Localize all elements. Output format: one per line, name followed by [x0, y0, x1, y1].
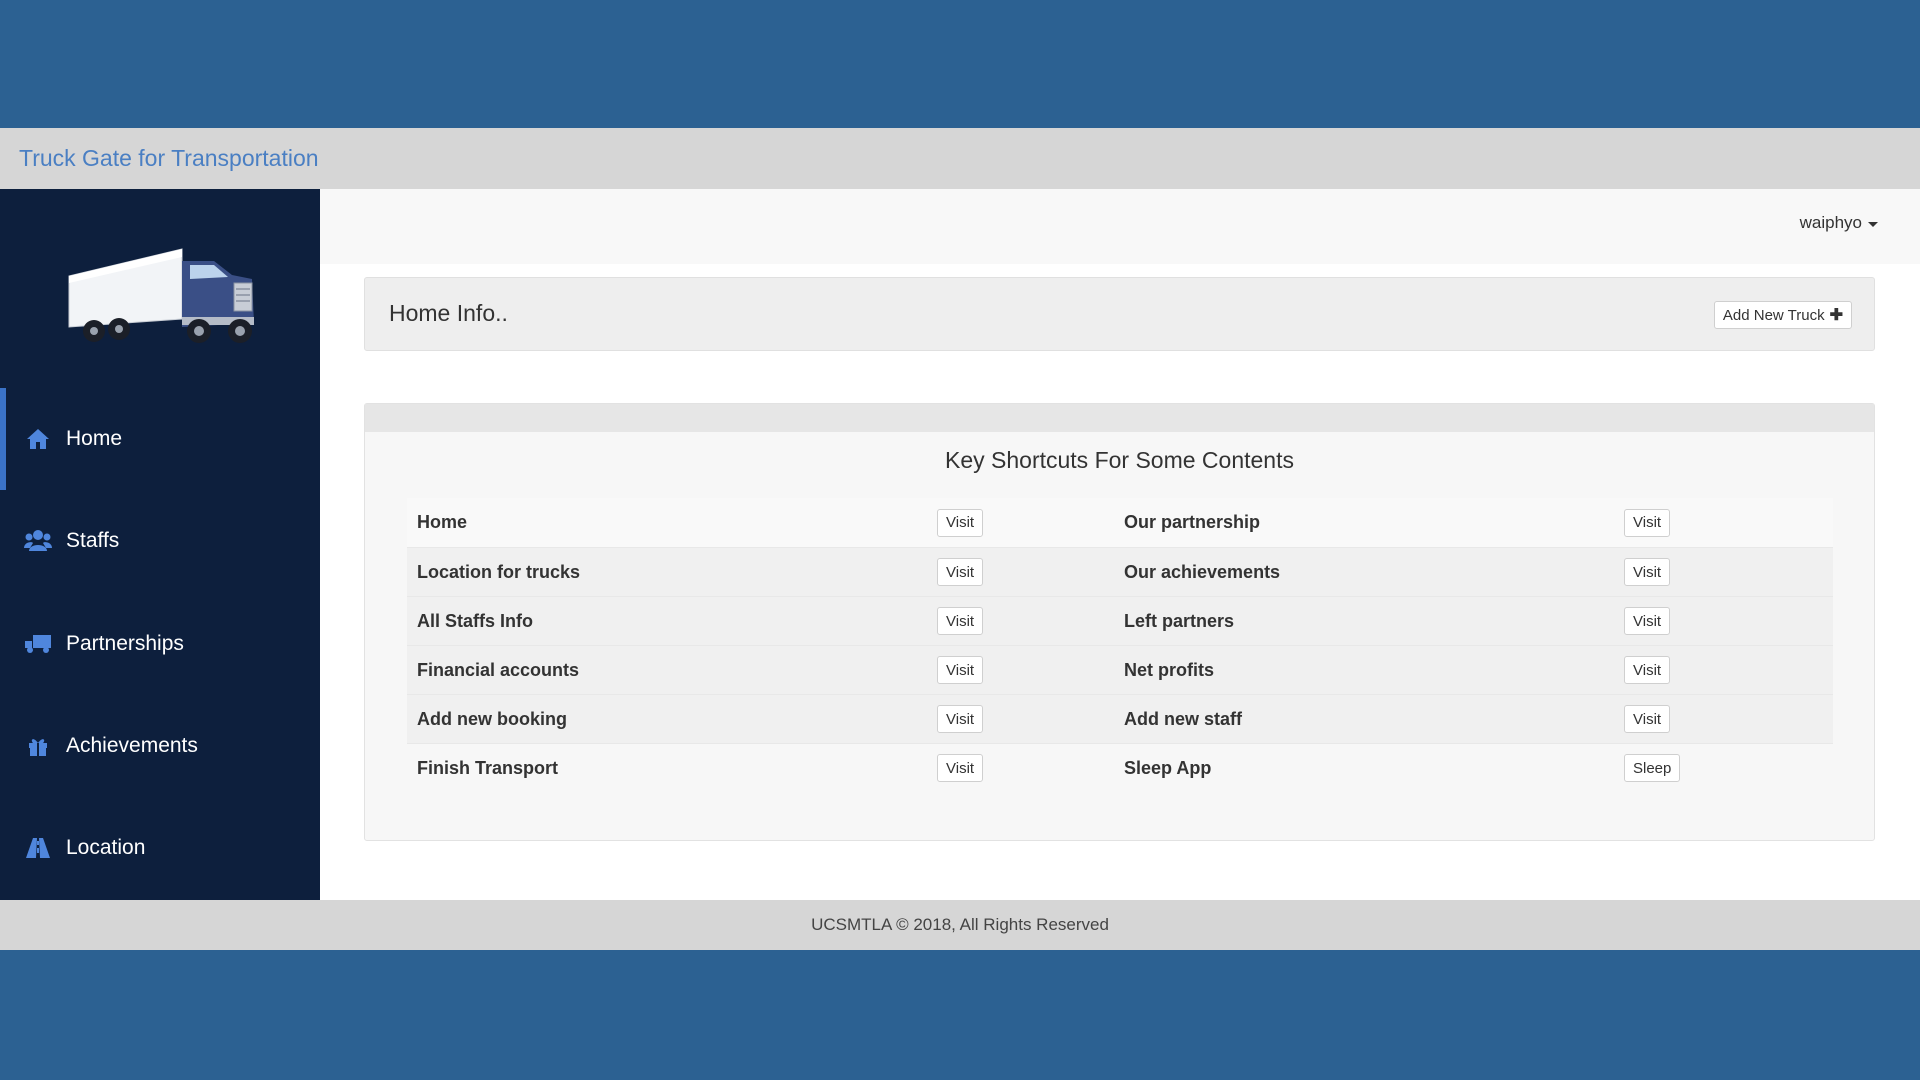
sidebar-item-label: Achievements: [66, 734, 198, 757]
visit-button[interactable]: Visit: [937, 754, 984, 782]
visit-button[interactable]: Visit: [937, 656, 984, 684]
users-icon: [24, 527, 52, 555]
add-new-truck-label: Add New Truck: [1722, 306, 1825, 324]
sidebar-item-achievements[interactable]: Achievements: [0, 695, 320, 797]
shortcut-label: Our achievements: [1124, 561, 1281, 582]
brand-bar: Truck Gate for Transportation: [0, 128, 1920, 189]
shortcut-label: Financial accounts: [417, 659, 580, 680]
sidebar-item-partnerships[interactable]: Partnerships: [0, 593, 320, 695]
add-new-truck-button[interactable]: Add New Truck ✚: [1713, 301, 1852, 329]
page-title: Home Info..: [389, 300, 508, 326]
visit-button[interactable]: Visit: [1624, 558, 1671, 586]
user-menu[interactable]: waiphyo: [1800, 213, 1878, 233]
truck-icon: [24, 630, 52, 658]
gift-icon: [24, 732, 52, 760]
sidebar-item-staffs[interactable]: Staffs: [0, 490, 320, 592]
shortcut-label: Net profits: [1124, 659, 1214, 680]
sleep-button[interactable]: Sleep: [1624, 754, 1681, 782]
shortcuts-title: Key Shortcuts For Some Contents: [945, 447, 1294, 473]
shortcut-label: Finish Transport: [417, 757, 559, 778]
shortcut-label: Location for trucks: [417, 561, 581, 582]
truck-logo: [64, 231, 260, 353]
shortcut-label: All Staffs Info: [417, 610, 533, 631]
plus-icon: ✚: [1829, 307, 1843, 324]
shortcut-label: Home: [417, 512, 468, 532]
visit-button[interactable]: Visit: [1624, 705, 1671, 733]
shortcuts-panel: Key Shortcuts For Some Contents Home Vis…: [364, 403, 1875, 841]
home-icon: [24, 425, 52, 453]
home-info-panel: Home Info.. Add New Truck ✚: [364, 277, 1875, 351]
shortcut-label: Sleep App: [1124, 757, 1212, 778]
sidebar-item-label: Partnerships: [66, 632, 184, 655]
visit-button[interactable]: Visit: [1624, 508, 1671, 537]
sidebar-item-location[interactable]: Location: [0, 797, 320, 899]
table-row: All Staffs Info Visit Left partners Visi…: [407, 596, 1833, 645]
shortcut-label: Add new staff: [1124, 708, 1243, 729]
table-row: Location for trucks Visit Our achievemen…: [407, 547, 1833, 596]
shortcuts-table: Home Visit Our partnership Visit Locatio…: [407, 498, 1833, 792]
table-row: Financial accounts Visit Net profits Vis…: [407, 645, 1833, 694]
shortcut-label: Left partners: [1124, 610, 1235, 631]
table-row: Home Visit Our partnership Visit: [407, 498, 1833, 547]
truck-logo-image: [68, 248, 254, 343]
sidebar-item-label: Location: [66, 836, 146, 859]
visit-button[interactable]: Visit: [1624, 607, 1671, 635]
shortcut-label: Add new booking: [417, 708, 567, 729]
road-icon: [24, 834, 52, 862]
sidebar-item-label: Staffs: [66, 529, 120, 552]
app-frame: Truck Gate for Transportation Home Staff…: [0, 128, 1920, 950]
caret-down-icon: [1868, 221, 1878, 227]
table-row: Finish Transport Visit Sleep App Sleep: [407, 743, 1833, 792]
main-content: waiphyo Home Info.. Add New Truck ✚ Key …: [320, 189, 1920, 900]
panel-strip: [365, 404, 1874, 432]
visit-button[interactable]: Visit: [937, 558, 984, 586]
table-row: Add new booking Visit Add new staff Visi…: [407, 694, 1833, 743]
visit-button[interactable]: Visit: [1624, 656, 1671, 684]
sidebar-item-home[interactable]: Home: [0, 388, 320, 490]
visit-button[interactable]: Visit: [937, 705, 984, 733]
username: waiphyo: [1799, 213, 1862, 232]
top-bar: waiphyo: [320, 189, 1920, 264]
brand-link[interactable]: Truck Gate for Transportation: [19, 145, 319, 172]
sidebar: Home Staffs Partnerships Achievements Lo: [0, 189, 320, 900]
sidebar-item-label: Home: [66, 427, 123, 450]
visit-button[interactable]: Visit: [937, 607, 984, 635]
footer: UCSMTLA © 2018, All Rights Reserved: [0, 900, 1920, 950]
visit-button[interactable]: Visit: [937, 508, 984, 537]
shortcut-label: Our partnership: [1124, 512, 1261, 532]
